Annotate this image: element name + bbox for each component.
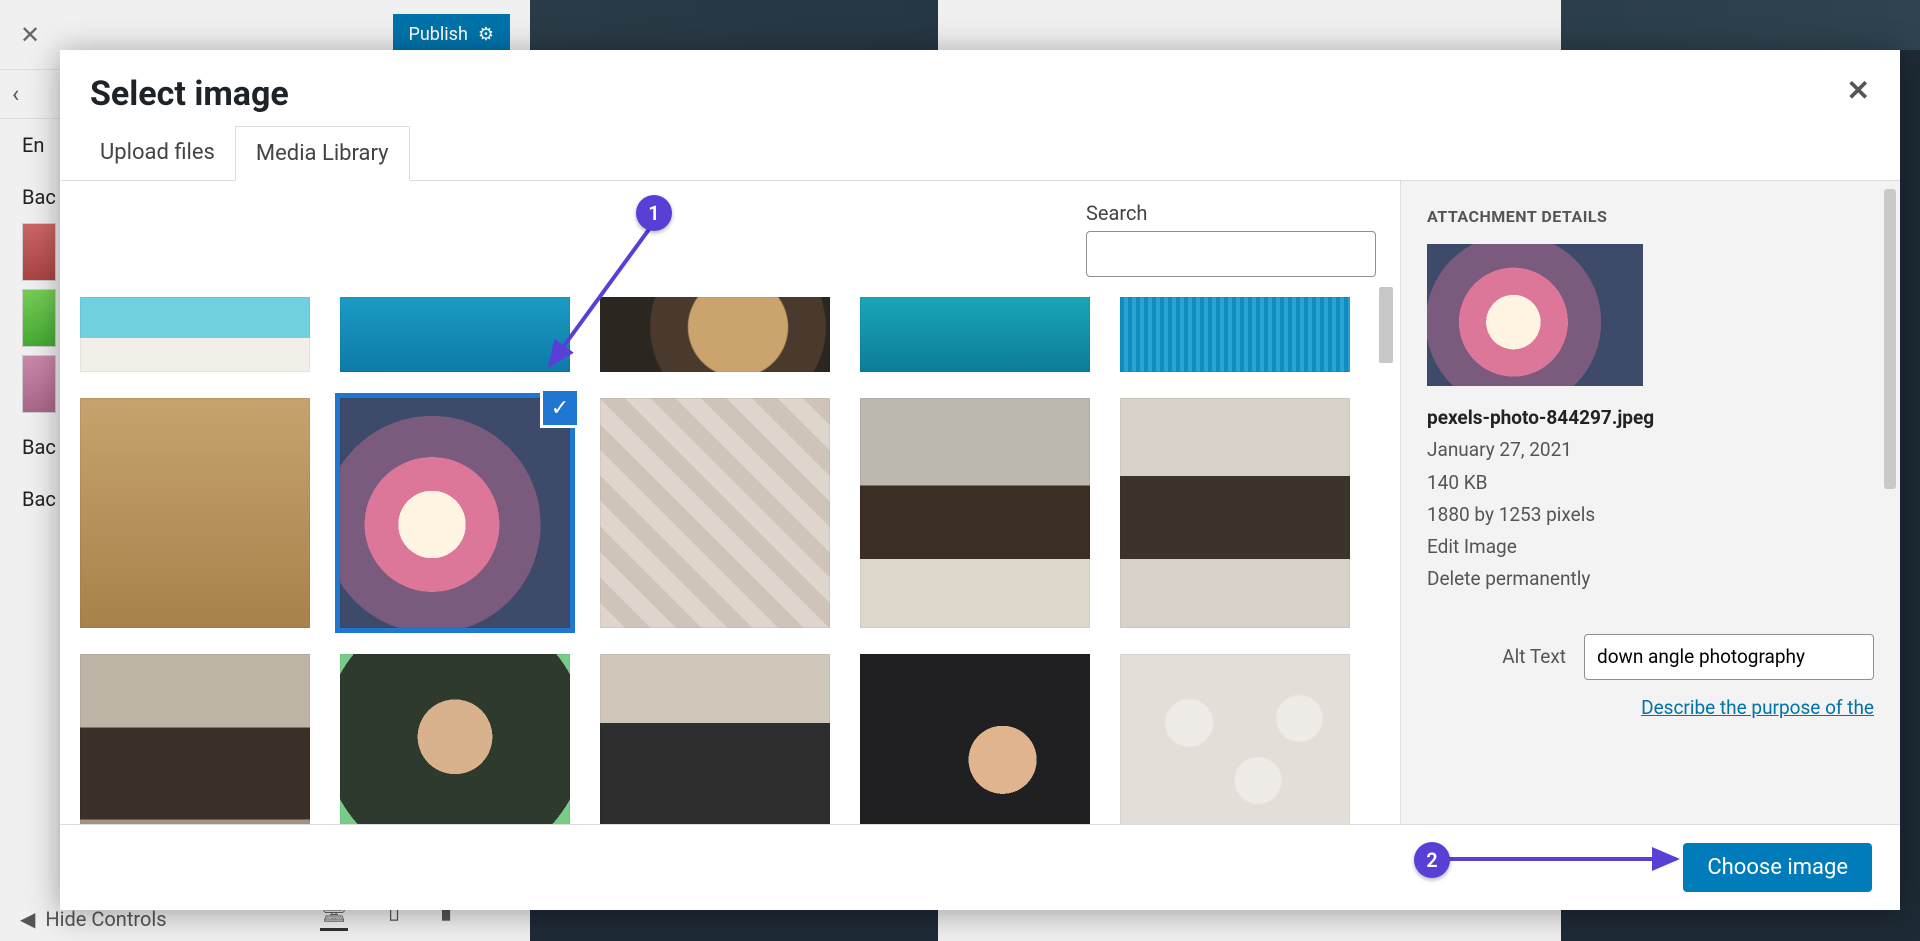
modal-tabs: Upload files Media Library [60,126,1900,181]
media-thumb-selected[interactable]: ✓ [340,398,570,628]
attachment-details-panel: ATTACHMENT DETAILS pexels-photo-844297.j… [1400,181,1900,824]
modal-title: Select image [90,74,289,114]
bg-thumb[interactable] [22,289,56,347]
media-thumb[interactable] [80,398,310,628]
choose-image-button[interactable]: Choose image [1683,843,1872,892]
media-thumb[interactable] [600,654,830,824]
media-thumb[interactable] [600,398,830,628]
attachment-preview [1427,244,1643,386]
edit-image-link[interactable]: Edit Image [1427,531,1874,563]
hide-controls-button[interactable]: Hide Controls [20,907,167,931]
publish-button[interactable]: Publish [393,14,510,55]
collapse-icon [20,907,35,931]
annotation-badge-1: 1 [636,195,672,231]
modal-close-icon[interactable]: ✕ [1847,74,1870,107]
close-icon[interactable]: ✕ [0,21,60,49]
media-thumb[interactable] [340,297,570,372]
media-thumb[interactable] [1120,398,1350,628]
media-thumb[interactable] [860,398,1090,628]
tab-media-library[interactable]: Media Library [235,126,410,181]
tab-upload-files[interactable]: Upload files [80,126,235,180]
media-thumb[interactable] [80,297,310,372]
bg-thumb[interactable] [22,355,56,413]
search-input[interactable] [1086,231,1376,277]
media-thumb[interactable] [1120,654,1350,824]
attachment-size: 140 KB [1427,467,1874,499]
attachment-date: January 27, 2021 [1427,434,1874,466]
delete-permanently-link[interactable]: Delete permanently [1427,563,1874,595]
checkmark-icon[interactable]: ✓ [540,388,580,428]
attachment-dimensions: 1880 by 1253 pixels [1427,499,1874,531]
details-heading: ATTACHMENT DETAILS [1427,207,1874,226]
media-modal: Select image ✕ Upload files Media Librar… [60,50,1900,910]
gear-icon[interactable] [478,24,494,45]
media-grid-area: Search ✓ [60,181,1400,824]
media-thumb[interactable] [80,654,310,824]
bg-thumb[interactable] [22,223,56,281]
media-thumb[interactable] [860,297,1090,372]
media-thumb[interactable] [1120,297,1350,372]
describe-purpose-link[interactable]: Describe the purpose of the [1427,696,1874,719]
publish-label: Publish [409,24,468,45]
alt-text-input[interactable] [1584,634,1874,680]
attachment-filename: pexels-photo-844297.jpeg [1427,402,1874,434]
grid-scrollbar[interactable] [1376,273,1396,824]
annotation-badge-2: 2 [1414,842,1450,878]
media-thumb[interactable] [860,654,1090,824]
media-thumb[interactable] [340,654,570,824]
details-scrollbar[interactable] [1882,185,1898,820]
media-thumb[interactable] [600,297,830,372]
search-label: Search [1086,201,1376,225]
alt-text-label: Alt Text [1502,645,1566,668]
hide-controls-label: Hide Controls [45,907,166,931]
